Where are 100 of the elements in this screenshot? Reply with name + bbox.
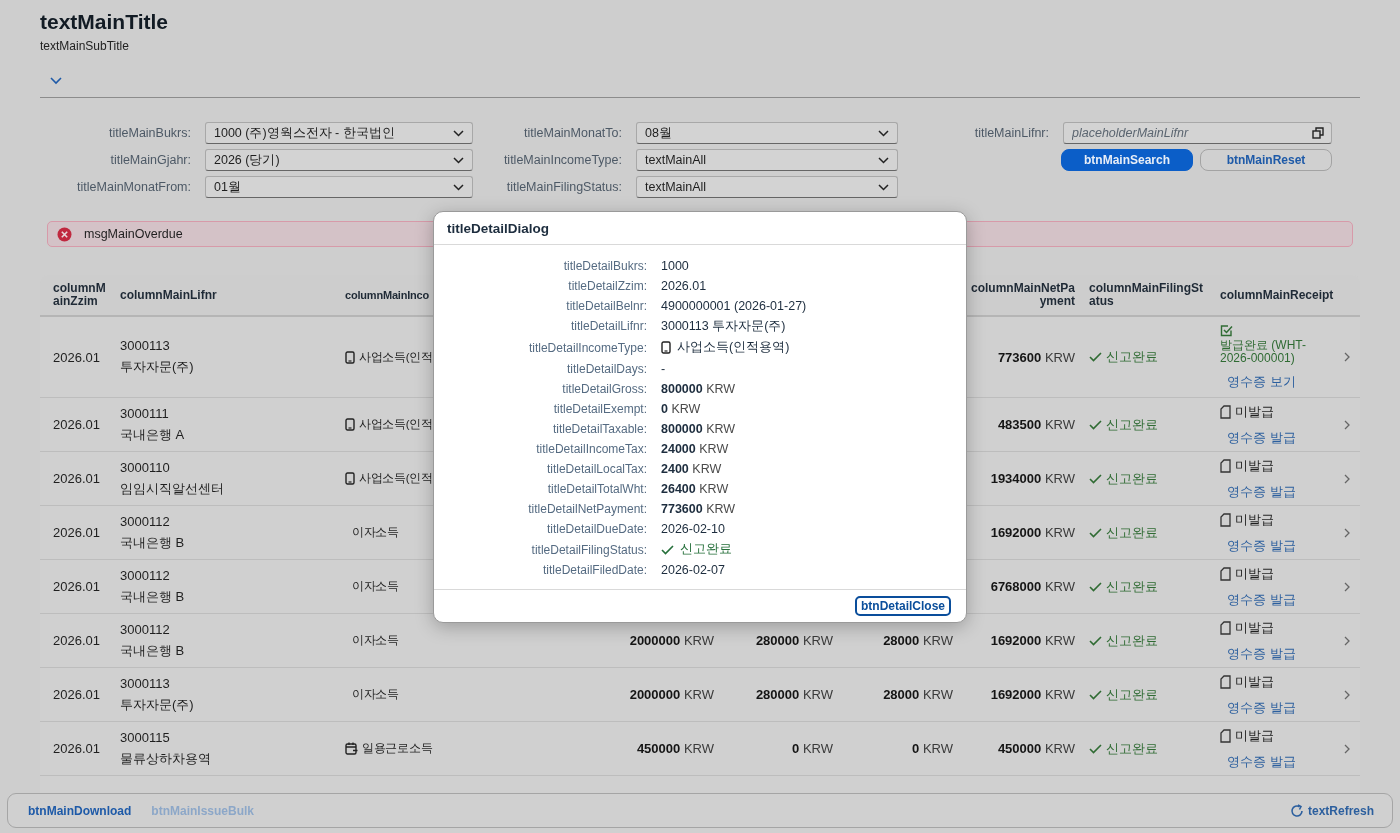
field-value: 24000 KRW — [661, 442, 729, 456]
amount-cell-text: 483500 KRW — [996, 417, 1076, 432]
filter-label: titleMainMonatTo: — [524, 126, 622, 140]
search-button[interactable]: btnMainSearch — [1061, 149, 1193, 171]
receipt-status: 미발급 — [1235, 618, 1274, 637]
field-value: 2026-02-10 — [661, 522, 725, 536]
input-field[interactable]: placeholderMainLifnr — [1063, 122, 1332, 144]
chevron-right-icon[interactable] — [1344, 419, 1350, 430]
income-type: 이자소득 — [352, 579, 399, 594]
amount-cell-text: 2000000 KRW — [628, 633, 715, 648]
vendor-id: 3000111 — [120, 405, 170, 421]
income-type: 사업소득(인적 — [359, 349, 433, 365]
filing-status: 신고완료 — [1106, 469, 1158, 488]
dropdown-field[interactable]: textMainAll — [636, 149, 898, 171]
chevron-right-icon[interactable] — [1344, 635, 1350, 646]
reset-button[interactable]: btnMainReset — [1200, 149, 1332, 171]
page-subtitle: textMainSubTitle — [40, 39, 130, 53]
amount-cell-text: 450000 KRW — [635, 741, 715, 756]
phone-icon — [345, 350, 355, 364]
column-header: columnMainNetPayment — [970, 282, 1076, 308]
field-label: titleDetailTaxable: — [551, 422, 647, 436]
receipt-link[interactable]: 영수증 발급 — [1227, 752, 1296, 771]
amount-cell-text: 1692000 KRW — [989, 525, 1076, 540]
receipt-link[interactable]: 영수증 발급 — [1227, 590, 1296, 609]
filing-status: 신고완료 — [1106, 685, 1158, 704]
error-icon — [57, 226, 72, 242]
field-label: titleDetailIncomeTax: — [535, 442, 647, 456]
table-cell-text: 2026.01 — [52, 741, 101, 756]
income-type: 사업소득(인적 — [359, 417, 433, 432]
close-button[interactable]: btnDetailClose — [855, 596, 951, 616]
filing-status: 신고완료 — [1106, 631, 1158, 650]
vendor-name: 투자자문(주) — [120, 358, 195, 376]
field-label: titleDetailGross: — [561, 382, 647, 396]
chevron-down-icon — [878, 129, 889, 137]
vendor-name: 임임시직알선센터 — [120, 479, 225, 498]
refresh-button[interactable]: textRefresh — [1283, 802, 1380, 819]
filter-label: titleMainBukrs: — [109, 126, 191, 140]
dropdown-field[interactable]: 08월 — [636, 122, 898, 144]
field-label: titleDetailLifnr: — [569, 319, 647, 333]
amount-cell-text: 2000000 KRW — [628, 687, 715, 702]
filter-label: titleMainIncomeType: — [503, 153, 622, 167]
amount-cell-text: 0 KRW — [791, 741, 834, 756]
phone-icon — [345, 418, 355, 431]
receipt-link[interactable]: 영수증 보기 — [1227, 372, 1296, 391]
receipt-link[interactable]: 영수증 발급 — [1227, 698, 1296, 717]
vendor-name: 국내은행 B — [120, 587, 186, 606]
checkmark-icon — [1089, 743, 1102, 754]
checkmark-icon — [1089, 635, 1102, 646]
field-value: 773600 KRW — [661, 502, 736, 516]
chevron-down-icon — [453, 129, 464, 137]
checkmark-icon — [1089, 473, 1102, 484]
receipt-link[interactable]: 영수증 발급 — [1227, 482, 1296, 501]
checkmark-icon — [1089, 581, 1102, 592]
vendor-id: 3000112 — [120, 567, 171, 583]
field-value: 사업소득(인적용역) — [677, 339, 790, 356]
vendor-id: 3000112 — [120, 621, 171, 637]
income-type: 이자소득 — [352, 525, 399, 540]
receipt-link[interactable]: 영수증 발급 — [1227, 536, 1296, 555]
field-label: titleDetailFilingStatus: — [530, 542, 647, 557]
table-cell-text: 2026.01 — [52, 525, 101, 540]
field-value: 2026.01 — [661, 279, 707, 293]
field-label: titleDetailLocalTax: — [545, 462, 647, 476]
field-label: titleDetailExempt: — [552, 402, 647, 416]
income-type: 일용근로소득 — [362, 741, 433, 756]
field-value: 800000 KRW — [661, 382, 736, 396]
receipt-status: 미발급 — [1235, 726, 1274, 745]
footer-button[interactable]: btnMainDownload — [20, 799, 140, 822]
chevron-right-icon[interactable] — [1344, 527, 1350, 538]
field-value: 2400 KRW — [661, 462, 722, 476]
table-cell-text: 2026.01 — [52, 471, 101, 486]
dropdown-field[interactable]: 1000 (주)영웍스전자 - 한국법인 — [205, 122, 473, 144]
filter-label: titleMainGjahr: — [110, 153, 191, 167]
chevron-down-icon — [453, 183, 464, 191]
amount-cell-text: 773600 KRW — [996, 349, 1076, 365]
chevron-right-icon[interactable] — [1344, 743, 1350, 754]
vendor-name: 국내은행 B — [120, 641, 186, 660]
chevron-down-icon[interactable] — [50, 77, 62, 85]
field-value: 2026-02-07 — [661, 563, 725, 577]
dropdown-field[interactable]: textMainAll — [636, 176, 898, 198]
vendor-id: 3000113 — [120, 338, 171, 353]
dropdown-field[interactable]: 01월 — [205, 176, 473, 198]
field-value: 4900000001 (2026-01-27) — [661, 299, 807, 313]
checkmark-icon — [1089, 419, 1102, 430]
chevron-right-icon[interactable] — [1344, 352, 1350, 362]
amount-cell-text: 1934000 KRW — [989, 471, 1076, 486]
filing-status: 신고완료 — [1106, 523, 1158, 542]
amount-cell-text: 280000 KRW — [754, 687, 834, 702]
receipt-link[interactable]: 영수증 발급 — [1227, 644, 1296, 663]
income-type: 사업소득(인적 — [359, 471, 433, 486]
column-header: columnMainFilingStatus — [1088, 282, 1204, 308]
income-type: 이자소득 — [352, 687, 399, 702]
receipt-link[interactable]: 영수증 발급 — [1227, 428, 1296, 447]
chevron-right-icon[interactable] — [1344, 581, 1350, 592]
chevron-right-icon[interactable] — [1344, 689, 1350, 700]
vendor-name: 투자자문(주) — [120, 695, 195, 714]
dropdown-field[interactable]: 2026 (당기) — [205, 149, 473, 171]
chevron-right-icon[interactable] — [1344, 473, 1350, 484]
dialog-title: titleDetailDialog — [447, 220, 549, 236]
value-help-icon[interactable] — [1312, 127, 1324, 139]
checkmark-icon — [1089, 527, 1102, 538]
